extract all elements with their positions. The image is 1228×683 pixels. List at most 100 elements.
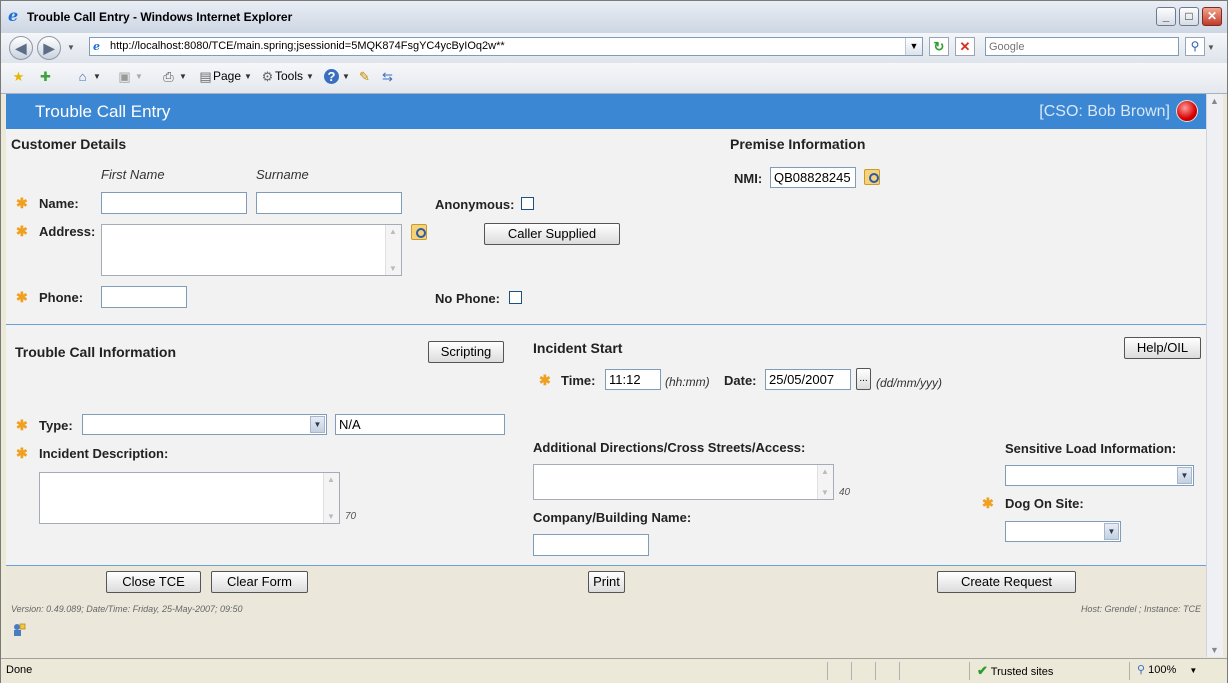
research-button[interactable]: ✎: [357, 69, 372, 84]
directions-label: Additional Directions/Cross Streets/Acce…: [533, 440, 806, 455]
surname-input[interactable]: [256, 192, 402, 214]
first-name-input[interactable]: [101, 192, 247, 214]
clear-form-button[interactable]: Clear Form: [211, 571, 308, 593]
address-scrollbar[interactable]: ▲ ▼: [385, 225, 401, 275]
user-info-icon[interactable]: [12, 622, 26, 638]
type-code-input[interactable]: [335, 414, 505, 435]
company-input[interactable]: [533, 534, 649, 556]
chevron-down-icon: ▼: [1177, 467, 1192, 484]
window-title: Trouble Call Entry - Windows Internet Ex…: [27, 10, 293, 24]
print-button[interactable]: Print: [588, 571, 625, 593]
logout-button[interactable]: [1176, 100, 1198, 122]
date-input[interactable]: [765, 369, 851, 390]
print-menu-button[interactable]: ⎙ ▼: [161, 69, 187, 84]
tools-menu-label: Tools: [275, 69, 304, 83]
time-input[interactable]: [605, 369, 661, 390]
command-bar: ★ ✚ ⌂ ▼ ▣ ▼ ⎙ ▼ ▤Page ▼ ⚙ Tools ▼ ? ▼ ✎ ⇆: [1, 63, 1227, 94]
close-tce-button[interactable]: Close TCE: [106, 571, 201, 593]
app-header: Trouble Call Entry [CSO: Bob Brown]: [6, 94, 1206, 129]
info-strip: Version: 0.49.089; Date/Time: Friday, 25…: [6, 598, 1206, 657]
home-button[interactable]: ⌂ ▼: [75, 69, 101, 84]
zoom-level: 100%: [1148, 664, 1177, 676]
feeds-button[interactable]: ▣ ▼: [117, 69, 143, 84]
trouble-call-heading: Trouble Call Information: [15, 344, 177, 360]
caller-supplied-button[interactable]: Caller Supplied: [484, 223, 620, 245]
url-text[interactable]: http://localhost:8080/TCE/main.spring;js…: [110, 40, 505, 52]
company-label: Company/Building Name:: [533, 510, 692, 525]
address-dropdown-icon[interactable]: ▼: [905, 38, 922, 55]
back-button[interactable]: ◀: [9, 36, 33, 60]
help-oil-button[interactable]: Help/OIL: [1124, 337, 1201, 359]
required-icon: ✱: [982, 495, 994, 511]
star-icon: ★: [12, 69, 25, 85]
messenger-icon: ⇆: [382, 69, 393, 85]
zone-label: Trusted sites: [990, 666, 1054, 678]
refresh-button[interactable]: ↻: [929, 37, 949, 56]
gear-icon: ⚙: [261, 69, 274, 85]
address-bar[interactable]: e http://localhost:8080/TCE/main.spring;…: [89, 37, 923, 56]
description-scrollbar[interactable]: ▲ ▼: [323, 473, 339, 523]
home-icon: ⌂: [78, 69, 87, 85]
create-request-button[interactable]: Create Request: [937, 571, 1076, 593]
zoom-icon: ⚲: [1137, 664, 1146, 676]
address-toolbar: ◀ ▶ ▼ e http://localhost:8080/TCE/main.s…: [1, 33, 1227, 63]
directions-char-limit: 40: [839, 487, 851, 498]
date-picker-button[interactable]: ...: [856, 368, 871, 390]
page-scrollbar[interactable]: ▲ ▼: [1206, 94, 1223, 657]
address-textarea[interactable]: ▲ ▼: [101, 224, 402, 276]
forward-button[interactable]: ▶: [37, 36, 61, 60]
type-select[interactable]: ▼: [82, 414, 327, 435]
dog-on-site-select[interactable]: ▼: [1005, 521, 1121, 542]
directions-textarea[interactable]: ▲ ▼: [533, 464, 834, 500]
stop-button[interactable]: ✕: [955, 37, 975, 56]
close-icon: ✕: [1206, 9, 1218, 23]
search-box[interactable]: [985, 37, 1179, 56]
dog-on-site-label: Dog On Site:: [1005, 496, 1084, 511]
description-char-limit: 70: [345, 511, 357, 522]
required-icon: ✱: [16, 445, 28, 461]
incident-start-heading: Incident Start: [533, 340, 623, 356]
scroll-down-icon[interactable]: ▼: [1210, 645, 1219, 655]
date-label: Date:: [724, 373, 757, 388]
no-phone-checkbox[interactable]: [509, 291, 522, 304]
zoom-dropdown-icon: ▼: [1189, 666, 1198, 675]
premise-info-heading: Premise Information: [730, 136, 866, 152]
favorites-button[interactable]: ★: [11, 69, 26, 84]
app-title: Trouble Call Entry: [35, 102, 171, 121]
status-divider: [851, 662, 852, 680]
page-menu-label: Page: [213, 69, 242, 83]
name-label: Name:: [39, 196, 79, 211]
phone-input[interactable]: [101, 286, 187, 308]
version-info: Version: 0.49.089; Date/Time: Friday, 25…: [11, 604, 243, 614]
maximize-button[interactable]: □: [1179, 7, 1199, 26]
search-options-dropdown-icon[interactable]: ▼: [1207, 43, 1215, 52]
search-input[interactable]: [989, 39, 1175, 55]
surname-hint: Surname: [256, 167, 309, 182]
first-name-hint: First Name: [101, 167, 165, 182]
recent-pages-dropdown-icon[interactable]: ▼: [67, 43, 75, 52]
add-favorites-button[interactable]: ✚: [38, 69, 53, 84]
sensitive-load-label: Sensitive Load Information:: [1005, 441, 1177, 456]
security-zone[interactable]: ✔ Trusted sites: [977, 663, 1053, 679]
time-label: Time:: [561, 373, 596, 388]
nmi-input[interactable]: [770, 167, 856, 188]
scroll-up-icon[interactable]: ▲: [1210, 96, 1219, 106]
incident-description-textarea[interactable]: ▲ ▼: [39, 472, 340, 524]
help-menu[interactable]: ? ▼: [324, 69, 350, 85]
zoom-control[interactable]: ⚲ 100% ▼: [1137, 663, 1197, 676]
page-menu[interactable]: ▤Page ▼: [198, 69, 252, 84]
directions-scrollbar[interactable]: ▲ ▼: [817, 465, 833, 499]
scripting-button[interactable]: Scripting: [428, 341, 504, 363]
address-lookup-icon[interactable]: [411, 224, 427, 240]
incident-description-label: Incident Description:: [39, 446, 169, 461]
anonymous-checkbox[interactable]: [521, 197, 534, 210]
page-icon: ▤: [199, 69, 212, 85]
nmi-lookup-icon[interactable]: [864, 169, 880, 185]
sensitive-load-select[interactable]: ▼: [1005, 465, 1194, 486]
search-icon[interactable]: ⚲: [1185, 37, 1205, 56]
tools-menu[interactable]: ⚙ Tools ▼: [260, 69, 314, 84]
close-window-button[interactable]: ✕: [1202, 7, 1222, 26]
messenger-button[interactable]: ⇆: [380, 69, 395, 84]
minimize-button[interactable]: _: [1156, 7, 1176, 26]
nmi-label: NMI:: [734, 171, 763, 186]
